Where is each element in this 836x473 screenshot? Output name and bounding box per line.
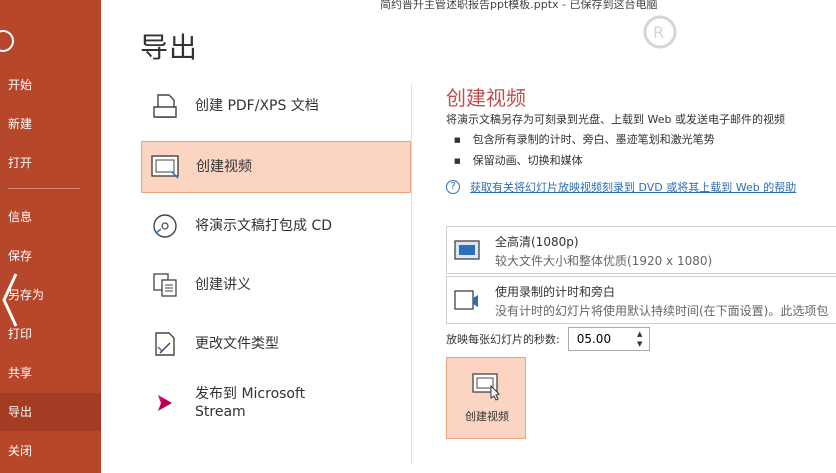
- seconds-spinner[interactable]: ▲ ▼: [567, 327, 650, 351]
- nav-share[interactable]: 共享: [0, 354, 101, 392]
- quality-sub-text: 较大文件大小和整体优质(1920 x 1080): [495, 254, 713, 268]
- option-label: 发布到 Microsoft Stream: [195, 385, 305, 421]
- option-label-line2: Stream: [195, 404, 246, 420]
- nav-open[interactable]: 打开: [0, 144, 101, 182]
- handout-icon: [147, 267, 183, 303]
- help-link[interactable]: 获取有关将幻灯片放映视频刻录到 DVD 或将其上载到 Web 的帮助: [470, 179, 796, 195]
- nav-home[interactable]: 开始: [0, 66, 101, 104]
- option-label: 创建 PDF/XPS 文档: [195, 98, 319, 114]
- pdf-document-icon: [147, 88, 183, 124]
- option-label: 创建视频: [196, 159, 252, 175]
- option-publish-stream[interactable]: 发布到 Microsoft Stream: [141, 377, 411, 429]
- nav-close[interactable]: 关闭: [0, 432, 101, 470]
- bullet-item: 包含所有录制的计时、旁白、墨迹笔划和激光笔势: [454, 131, 715, 147]
- option-create-pdf[interactable]: 创建 PDF/XPS 文档: [141, 80, 411, 132]
- nav-divider: [8, 188, 80, 189]
- timing-sub-text: 没有计时的幻灯片将使用默认持续时间(在下面设置)。此选项包: [495, 304, 829, 318]
- option-change-file-type[interactable]: 更改文件类型: [141, 318, 411, 370]
- divider: [411, 84, 412, 464]
- timing-dropdown[interactable]: 使用录制的计时和旁白 没有计时的幻灯片将使用默认持续时间(在下面设置)。此选项包: [446, 276, 836, 324]
- timing-narration-icon: [454, 290, 478, 310]
- change-file-type-icon: [147, 326, 183, 362]
- svg-text:R: R: [653, 23, 664, 42]
- option-label-line1: 发布到 Microsoft: [195, 386, 306, 402]
- create-video-button[interactable]: 创建视频: [446, 357, 526, 439]
- option-create-handout[interactable]: 创建讲义: [141, 259, 411, 311]
- seconds-row: 放映每张幻灯片的秒数: ▲ ▼: [446, 327, 650, 351]
- option-label: 更改文件类型: [195, 336, 279, 352]
- window-title: 简约晋升主管述职报告ppt模板.pptx - 已保存到这台电脑: [380, 0, 658, 11]
- video-film-icon: [148, 149, 184, 185]
- help-icon: ?: [446, 180, 460, 194]
- create-video-label: 创建视频: [465, 410, 509, 423]
- panel-title: 创建视频: [446, 86, 526, 110]
- spin-up-icon[interactable]: ▲: [633, 329, 647, 339]
- logo-icon: R: [643, 15, 677, 49]
- video-create-icon: [472, 373, 500, 401]
- option-label: 创建讲义: [195, 277, 251, 293]
- bullet-item: 保留动画、切换和媒体: [454, 152, 583, 168]
- timing-main-text: 使用录制的计时和旁白: [495, 285, 616, 299]
- back-button[interactable]: [0, 30, 14, 52]
- option-package-cd[interactable]: 将演示文稿打包成 CD: [141, 200, 411, 252]
- nav-new[interactable]: 新建: [0, 105, 101, 143]
- quality-dropdown[interactable]: 全高清(1080p) 较大文件大小和整体优质(1920 x 1080): [446, 226, 836, 274]
- option-label: 将演示文稿打包成 CD: [195, 218, 333, 234]
- option-create-video[interactable]: 创建视频: [141, 141, 411, 193]
- cd-disc-icon: [147, 208, 183, 244]
- nav-info[interactable]: 信息: [0, 198, 101, 236]
- nav-export[interactable]: 导出: [0, 393, 101, 431]
- seconds-label: 放映每张幻灯片的秒数:: [446, 333, 560, 346]
- spin-down-icon[interactable]: ▼: [633, 339, 647, 349]
- help-row: ? 获取有关将幻灯片放映视频刻录到 DVD 或将其上载到 Web 的帮助: [446, 179, 796, 195]
- seconds-input[interactable]: [568, 328, 629, 350]
- page-title: 导出: [140, 31, 199, 64]
- quality-main-text: 全高清(1080p): [495, 235, 579, 249]
- stream-icon: [147, 385, 183, 421]
- panel-description: 将演示文稿另存为可刻录到光盘、上载到 Web 或发送电子邮件的视频: [446, 113, 785, 126]
- chevron-left-icon[interactable]: [0, 270, 20, 330]
- presentation-quality-icon: [454, 240, 480, 260]
- backstage-nav: 开始 新建 打开 信息 保存 另存为 打印 共享 导出 关闭: [0, 0, 101, 473]
